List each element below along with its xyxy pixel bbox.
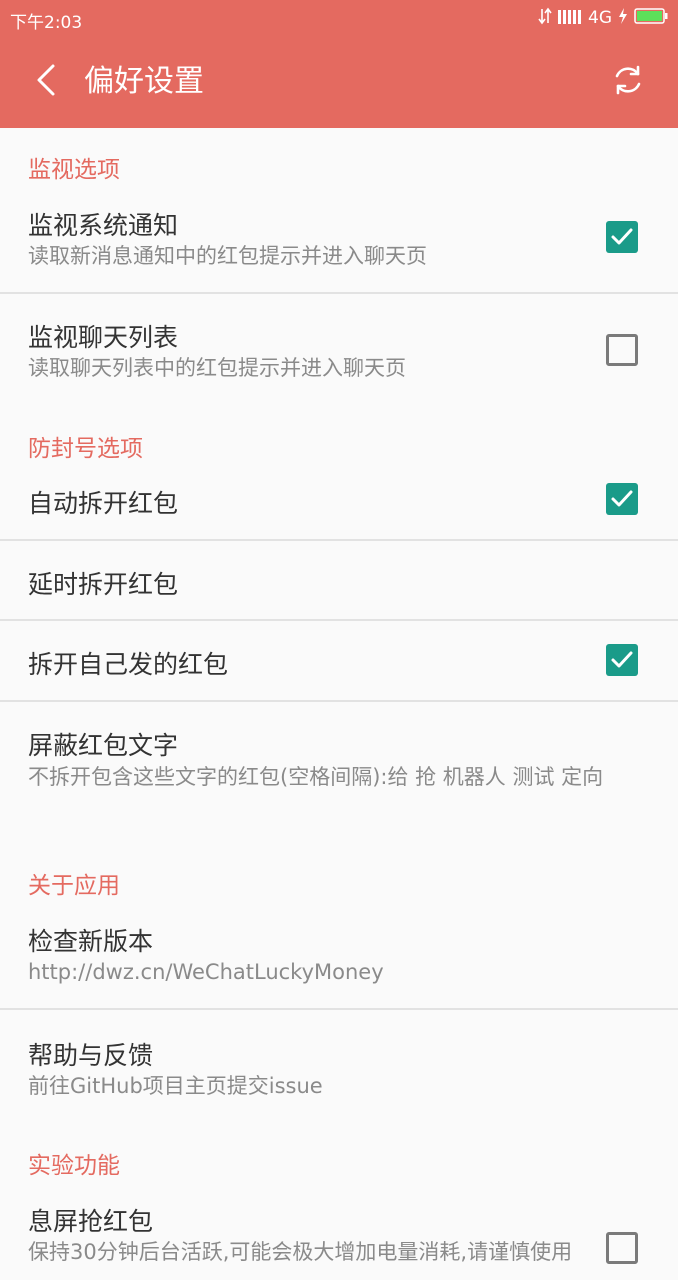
back-arrow-icon	[35, 63, 57, 101]
pref-summary: 前往GitHub项目主页提交issue	[28, 1074, 323, 1098]
refresh-button[interactable]	[608, 62, 648, 102]
pref-title: 监视系统通知	[28, 211, 179, 240]
refresh-icon	[611, 63, 645, 101]
pref-title: 拆开自己发的红包	[28, 650, 229, 679]
pref-row-help-feedback[interactable]: 帮助与反馈 前往GitHub项目主页提交issue	[0, 1026, 678, 1122]
pref-summary: http://dwz.cn/WeChatLuckyMoney	[28, 960, 384, 984]
divider	[0, 1008, 678, 1010]
pref-summary: 保持30分钟后台活跃,可能会极大增加电量消耗,请谨慎使用	[28, 1240, 573, 1264]
pref-title: 帮助与反馈	[28, 1041, 154, 1070]
network-type: 4G	[588, 8, 612, 28]
data-transfer-icon	[538, 7, 552, 30]
status-icons: 4G	[538, 7, 668, 29]
divider	[0, 700, 678, 702]
pref-row-screen-off[interactable]: 息屏抢红包 保持30分钟后台活跃,可能会极大增加电量消耗,请谨慎使用	[0, 1192, 678, 1280]
pref-row-open-own[interactable]: 拆开自己发的红包	[0, 621, 678, 699]
charging-icon	[618, 7, 628, 29]
pref-title: 屏蔽红包文字	[28, 731, 179, 760]
section-header-anti-ban: 防封号选项	[28, 436, 143, 462]
app-bar: 偏好设置	[0, 36, 678, 128]
divider	[0, 292, 678, 294]
checkbox-monitor-notification[interactable]	[606, 221, 638, 253]
battery-icon	[634, 7, 668, 29]
checkbox-monitor-chat-list[interactable]	[606, 334, 638, 366]
pref-summary: 读取聊天列表中的红包提示并进入聊天页	[28, 356, 406, 380]
pref-title: 监视聊天列表	[28, 323, 179, 352]
status-bar: 下午2:03 4G	[0, 0, 678, 36]
checkbox-auto-open[interactable]	[606, 483, 638, 515]
status-time: 下午2:03	[10, 13, 83, 33]
page-title: 偏好设置	[84, 64, 204, 99]
pref-title: 延时拆开红包	[28, 570, 179, 599]
pref-row-monitor-notification[interactable]: 监视系统通知 读取新消息通知中的红包提示并进入聊天页	[0, 196, 678, 292]
checkbox-open-own[interactable]	[606, 644, 638, 676]
section-header-about: 关于应用	[28, 873, 120, 899]
pref-title: 检查新版本	[28, 927, 154, 956]
pref-row-check-update[interactable]: 检查新版本 http://dwz.cn/WeChatLuckyMoney	[0, 912, 678, 1008]
pref-summary: 不拆开包含这些文字的红包(空格间隔):给 抢 机器人 测试 定向	[28, 765, 604, 789]
pref-row-monitor-chat-list[interactable]: 监视聊天列表 读取聊天列表中的红包提示并进入聊天页	[0, 308, 678, 404]
pref-row-auto-open[interactable]: 自动拆开红包	[0, 462, 678, 540]
checkbox-screen-off[interactable]	[606, 1232, 638, 1264]
pref-title: 自动拆开红包	[28, 489, 179, 518]
pref-title: 息屏抢红包	[28, 1207, 154, 1236]
section-header-experimental: 实验功能	[28, 1153, 120, 1179]
back-button[interactable]	[26, 62, 66, 102]
pref-summary: 读取新消息通知中的红包提示并进入聊天页	[28, 244, 427, 268]
pref-row-delay-open[interactable]: 延时拆开红包	[0, 541, 678, 619]
signal-icon	[558, 8, 582, 29]
section-header-monitor: 监视选项	[28, 157, 120, 183]
pref-row-block-words[interactable]: 屏蔽红包文字 不拆开包含这些文字的红包(空格间隔):给 抢 机器人 测试 定向	[0, 712, 678, 824]
